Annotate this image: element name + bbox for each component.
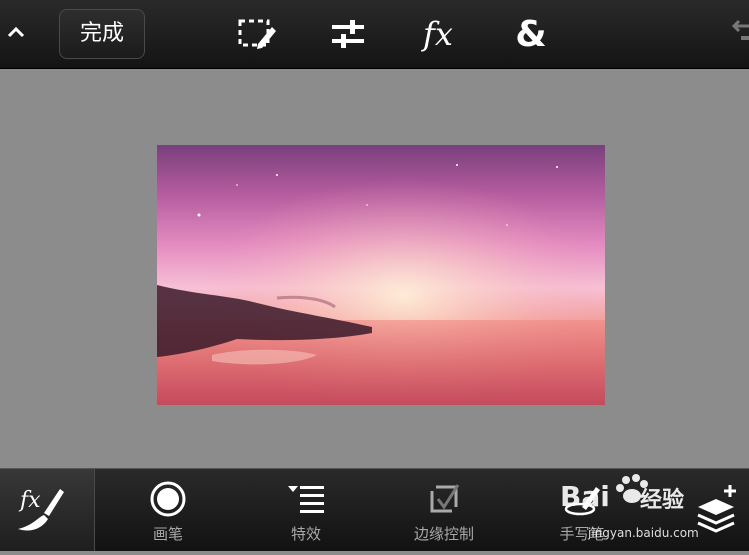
selection-tool-button[interactable] (235, 14, 279, 54)
sliders-icon (332, 20, 364, 48)
done-button[interactable]: 完成 (59, 9, 145, 59)
top-toolbar: 完成 fx & (0, 0, 749, 69)
blend-tool-button[interactable]: & (509, 13, 553, 55)
effects-list-icon (288, 486, 324, 513)
adjust-tool-button[interactable] (326, 14, 370, 54)
effects-tool[interactable]: 特效 (246, 469, 366, 551)
svg-text:fx: fx (18, 488, 41, 513)
dashed-select-pencil-icon (238, 19, 276, 49)
watermark-url: jingyan.baidu.com (588, 526, 699, 540)
fx-brush-icon: fx (18, 488, 64, 531)
watermark-brand: Bai (560, 480, 610, 513)
fx-tool-button[interactable]: fx (416, 14, 460, 54)
fx-brush-tab[interactable]: fx (0, 469, 95, 551)
chevron-up-icon[interactable] (2, 18, 30, 48)
photo-canvas[interactable] (157, 145, 605, 405)
baidu-watermark: Bai 经验 jingyan.baidu.com (560, 470, 749, 546)
edge-control-tool[interactable]: 边缘控制 (384, 469, 504, 551)
watermark-suffix: 经验 (640, 488, 685, 513)
brush-tool-label: 画笔 (152, 525, 183, 543)
fx-label: fx (423, 15, 453, 53)
brush-tool[interactable]: 画笔 (108, 469, 228, 551)
effects-tool-label: 特效 (290, 525, 321, 543)
blend-label: & (515, 13, 547, 55)
edge-control-icon (430, 484, 460, 513)
edge-control-label: 边缘控制 (413, 525, 474, 543)
brush-circle-icon (150, 481, 186, 517)
undo-icon[interactable] (729, 14, 749, 54)
